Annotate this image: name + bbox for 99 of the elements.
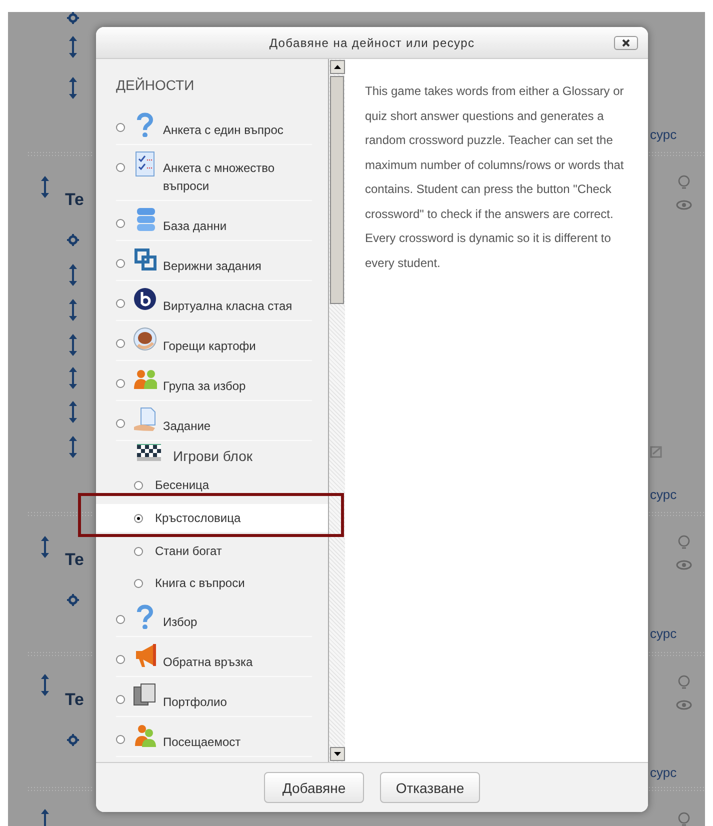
radio-button[interactable] xyxy=(116,299,125,308)
checklist-icon xyxy=(133,151,157,177)
gear-icon xyxy=(67,234,79,246)
resource-link[interactable]: сурс xyxy=(650,765,677,780)
resize-arrow-icon xyxy=(69,36,77,58)
letter-circle-icon xyxy=(133,287,157,313)
lightbulb-icon xyxy=(678,175,690,190)
radio-button[interactable] xyxy=(116,615,125,624)
radio-button[interactable] xyxy=(134,578,143,588)
lightbulb-icon xyxy=(678,675,690,690)
dialog-title: Добавяне на дейност или ресурс xyxy=(269,36,475,50)
option-label: Горещи картофи xyxy=(163,338,256,355)
resize-arrow-icon xyxy=(69,264,77,286)
option-row[interactable]: Портфолио xyxy=(116,677,312,717)
radio-button[interactable] xyxy=(116,259,125,268)
eye-icon xyxy=(676,700,692,710)
gear-icon xyxy=(67,594,79,606)
section-heading: Те xyxy=(65,690,84,709)
option-label: Виртуална класна стая xyxy=(163,298,292,315)
option-label: Кръстословица xyxy=(155,510,241,527)
radio-button[interactable] xyxy=(116,219,125,228)
eye-icon xyxy=(676,200,692,210)
section-heading: Те xyxy=(65,550,84,569)
option-label: Избор xyxy=(163,614,198,631)
scrollbar-thumb[interactable] xyxy=(330,76,344,304)
resize-arrow-icon xyxy=(41,536,49,558)
option-row[interactable]: Верижни задания xyxy=(116,241,312,281)
resource-link[interactable]: сурс xyxy=(650,626,677,641)
option-label: Стани богат xyxy=(155,543,222,560)
resource-link[interactable]: сурс xyxy=(650,487,677,502)
option-label: Задание xyxy=(163,418,211,435)
close-button[interactable] xyxy=(614,36,638,50)
checkbox-icon xyxy=(650,446,662,458)
option-label: Посещаемост xyxy=(163,734,241,751)
option-row[interactable]: Избор xyxy=(116,597,312,637)
resize-arrow-icon xyxy=(69,401,77,423)
resize-arrow-icon xyxy=(69,299,77,321)
radio-button[interactable] xyxy=(116,339,125,348)
option-row[interactable]: Анкета с множество въпроси xyxy=(116,145,312,201)
option-row[interactable]: Бесеница xyxy=(116,477,312,493)
radio-button[interactable] xyxy=(134,514,143,522)
document-hand-icon xyxy=(133,407,157,433)
option-row[interactable]: Горещи картофи xyxy=(116,321,312,361)
people-icon xyxy=(133,723,157,749)
scrollbar[interactable] xyxy=(328,59,345,762)
option-label: Анкета с множество въпроси xyxy=(163,160,276,195)
resize-arrow-icon xyxy=(41,809,49,826)
close-icon xyxy=(622,39,630,47)
resize-arrow-icon xyxy=(69,367,77,389)
option-label: Бесеница xyxy=(155,477,210,494)
gear-icon xyxy=(67,12,79,24)
gear-icon xyxy=(67,734,79,746)
add-button[interactable]: Добавяне xyxy=(264,772,364,803)
group-label: Игрови блок xyxy=(173,448,253,464)
option-row[interactable]: Група за избор xyxy=(116,361,312,401)
option-label: Анкета с един въпрос xyxy=(163,122,284,139)
radio-button[interactable] xyxy=(116,419,125,428)
cancel-button[interactable]: Отказване xyxy=(380,772,480,803)
option-row[interactable]: Анкета с един въпрос xyxy=(116,105,312,145)
radio-button[interactable] xyxy=(116,735,125,744)
lightbulb-icon xyxy=(678,535,690,550)
radio-button[interactable] xyxy=(116,379,125,388)
option-row[interactable]: Виртуална класна стая xyxy=(116,281,312,321)
option-label: Група за избор xyxy=(163,378,246,395)
overlapping-squares-icon xyxy=(133,247,157,273)
resize-arrow-icon xyxy=(69,436,77,458)
option-label: Обратна връзка xyxy=(163,654,253,671)
resource-link[interactable]: сурс xyxy=(650,127,677,142)
eye-icon xyxy=(676,560,692,570)
option-row[interactable]: Кръстословица xyxy=(96,504,328,532)
description-text: This game takes words from either a Glossary or quiz short answer questions and generates a random crossword puzzle. Teacher can set the maximum number of columns/rows or words that contains. Student can press the button "Check crossword" to check if the answers are correct. Every crossword is dynamic so it is different to every student. xyxy=(365,83,624,272)
lightbulb-icon xyxy=(678,812,690,826)
section-heading: Те xyxy=(65,190,84,209)
option-row[interactable]: Книга с въпроси xyxy=(116,575,312,591)
hand-icon xyxy=(133,327,157,353)
resize-arrow-icon xyxy=(41,674,49,696)
options-heading: ДЕЙНОСТИ xyxy=(116,77,196,93)
option-row[interactable]: Посещаемост xyxy=(116,717,312,757)
option-label: Верижни задания xyxy=(163,258,262,275)
checkered-icon xyxy=(137,441,161,463)
radio-button[interactable] xyxy=(134,480,143,490)
option-label: Портфолио xyxy=(163,694,227,711)
option-row[interactable]: Задание xyxy=(116,401,312,441)
resize-arrow-icon xyxy=(41,176,49,198)
radio-button[interactable] xyxy=(116,695,125,704)
radio-button[interactable] xyxy=(116,123,125,132)
scroll-down-icon[interactable] xyxy=(330,747,345,761)
radio-button[interactable] xyxy=(116,655,125,664)
option-row[interactable]: Стани богат xyxy=(116,543,312,559)
option-label: База данни xyxy=(163,218,227,235)
resize-arrow-icon xyxy=(69,77,77,99)
radio-button[interactable] xyxy=(116,163,125,172)
radio-button[interactable] xyxy=(134,546,143,556)
option-row[interactable]: База данни xyxy=(116,201,312,241)
option-label: Книга с въпроси xyxy=(155,575,245,592)
resize-arrow-icon xyxy=(69,334,77,356)
option-row[interactable]: Обратна връзка xyxy=(116,637,312,677)
megaphone-icon xyxy=(133,643,157,669)
scroll-up-icon[interactable] xyxy=(330,60,345,74)
